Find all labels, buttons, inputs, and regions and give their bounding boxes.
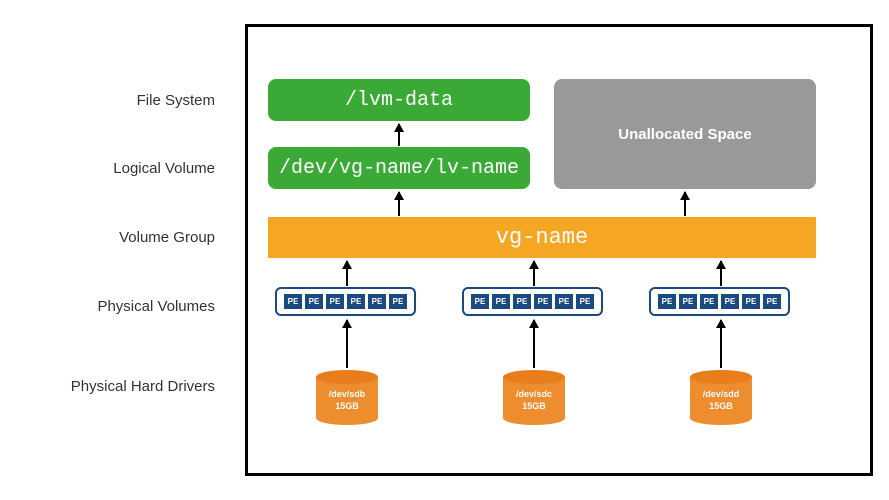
- disk-size: 15GB: [709, 401, 733, 413]
- arrow-icon: [720, 320, 722, 368]
- pv-box-2: PE PE PE PE PE PE: [462, 287, 603, 316]
- label-physical-hard-drivers: Physical Hard Drivers: [15, 378, 215, 395]
- arrow-icon: [398, 192, 400, 216]
- logical-volume-box: /dev/vg-name/lv-name: [268, 147, 530, 189]
- pe-cell: PE: [554, 293, 574, 310]
- arrow-icon: [346, 261, 348, 286]
- label-volume-group: Volume Group: [15, 229, 215, 246]
- pe-cell: PE: [575, 293, 595, 310]
- arrow-icon: [346, 320, 348, 368]
- volume-group-box: vg-name: [268, 217, 816, 258]
- disk-size: 15GB: [335, 401, 359, 413]
- pe-cell: PE: [470, 293, 490, 310]
- pe-cell: PE: [388, 293, 408, 310]
- disk-dev: /dev/sdb: [329, 389, 366, 401]
- pe-cell: PE: [657, 293, 677, 310]
- pe-cell: PE: [762, 293, 782, 310]
- pe-cell: PE: [699, 293, 719, 310]
- arrow-icon: [533, 261, 535, 286]
- pv-box-1: PE PE PE PE PE PE: [275, 287, 416, 316]
- arrow-icon: [533, 320, 535, 368]
- pe-cell: PE: [741, 293, 761, 310]
- pe-cell: PE: [346, 293, 366, 310]
- pe-cell: PE: [678, 293, 698, 310]
- label-logical-volume: Logical Volume: [15, 160, 215, 177]
- unallocated-box: Unallocated Space: [554, 79, 816, 189]
- label-physical-volumes: Physical Volumes: [15, 298, 215, 315]
- pe-cell: PE: [304, 293, 324, 310]
- pv-box-3: PE PE PE PE PE PE: [649, 287, 790, 316]
- arrow-icon: [720, 261, 722, 286]
- pe-cell: PE: [533, 293, 553, 310]
- pe-cell: PE: [283, 293, 303, 310]
- pe-cell: PE: [720, 293, 740, 310]
- pe-cell: PE: [512, 293, 532, 310]
- label-filesystem: File System: [15, 92, 215, 109]
- disk-dev: /dev/sdc: [516, 389, 552, 401]
- pe-cell: PE: [491, 293, 511, 310]
- arrow-icon: [684, 192, 686, 216]
- pe-cell: PE: [367, 293, 387, 310]
- disk-size: 15GB: [522, 401, 546, 413]
- filesystem-box: /lvm-data: [268, 79, 530, 121]
- arrow-icon: [398, 124, 400, 146]
- pe-cell: PE: [325, 293, 345, 310]
- disk-dev: /dev/sdd: [703, 389, 740, 401]
